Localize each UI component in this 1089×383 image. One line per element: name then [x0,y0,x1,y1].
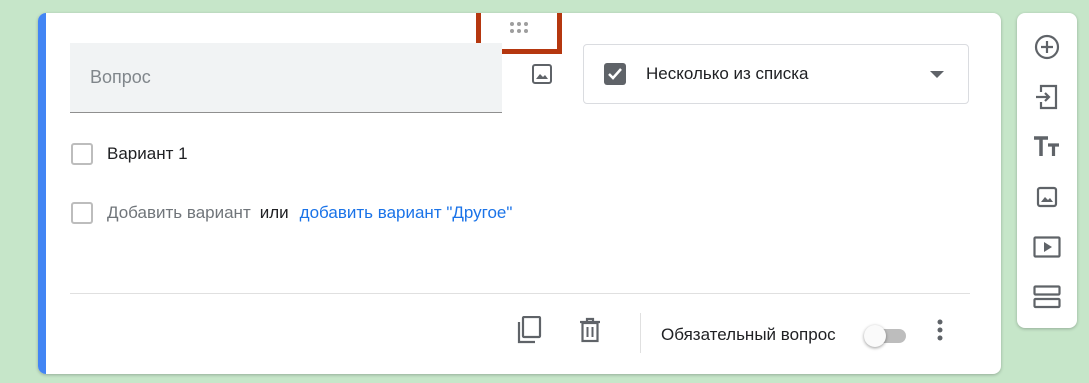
add-video-icon [1033,236,1061,258]
add-section-button[interactable] [1031,281,1063,313]
copy-icon [517,316,542,344]
question-card[interactable]: Несколько из списка Вариант 1 Добавить в… [38,13,1001,374]
question-type-dropdown[interactable]: Несколько из списка [583,44,969,104]
add-option-row: Добавить вариант или добавить вариант "Д… [71,202,512,224]
add-image-icon [1036,186,1058,208]
footer-separator [640,313,641,353]
trash-icon [580,317,600,343]
question-input[interactable] [70,66,502,89]
question-title-field[interactable] [70,43,502,113]
delete-button[interactable] [574,314,606,346]
image-icon [532,64,552,84]
footer-divider [70,293,970,294]
import-questions-button[interactable] [1031,81,1063,113]
more-vert-icon [937,319,943,341]
required-label: Обязательный вопрос [661,325,836,344]
import-questions-icon [1036,84,1058,110]
add-question-button[interactable] [1031,31,1063,63]
option-item[interactable]: Вариант 1 [71,143,188,165]
side-toolbar [1017,13,1077,328]
checkbox-checked-icon [604,63,626,85]
required-toggle[interactable] [864,324,912,348]
checkbox-icon [71,143,93,165]
add-question-icon [1034,34,1060,60]
card-accent-bar [38,13,46,374]
add-title-icon [1034,136,1059,156]
add-section-icon [1033,285,1061,309]
add-option-button[interactable]: Добавить вариант [107,203,251,223]
or-text: или [259,203,289,222]
add-video-button[interactable] [1031,231,1063,263]
question-type-label: Несколько из списка [646,64,809,83]
add-title-button[interactable] [1031,131,1063,163]
add-image-toolbar-button[interactable] [1031,181,1063,213]
option-label[interactable]: Вариант 1 [107,144,188,164]
add-other-option-link[interactable]: добавить вариант "Другое" [300,203,513,223]
checkbox-icon [71,202,93,224]
add-image-button[interactable] [528,60,556,88]
toggle-knob [864,325,886,347]
duplicate-button[interactable] [513,314,545,346]
more-options-button[interactable] [924,314,956,346]
dropdown-arrow-icon [930,71,944,78]
drag-dots-icon [510,21,528,33]
